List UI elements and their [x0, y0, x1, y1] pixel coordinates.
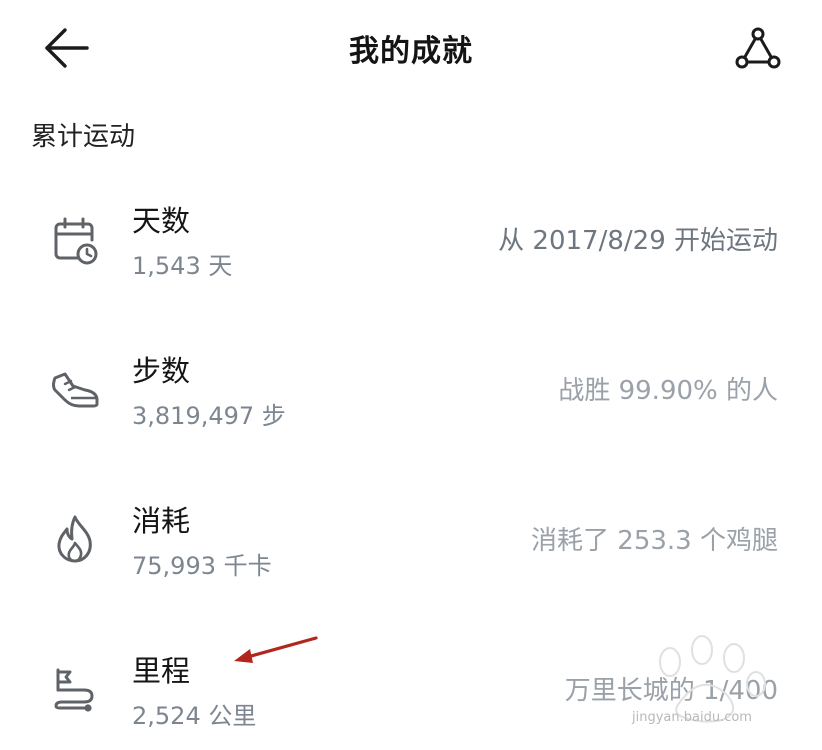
row-icon-days — [48, 214, 102, 268]
annotation-arrow-icon — [234, 636, 318, 663]
row-label-steps: 步数 — [132, 354, 191, 388]
app-header: 我的成就 — [0, 0, 822, 100]
row-value-distance: 2,524 公里 — [132, 702, 257, 730]
share-button[interactable] — [730, 24, 786, 72]
row-value-calories: 75,993 千卡 — [132, 552, 272, 580]
row-icon-steps — [48, 362, 102, 416]
row-icon-calories — [48, 512, 102, 566]
stat-row-steps[interactable]: 步数 3,819,497 步 战胜 99.90% 的人 — [0, 340, 822, 450]
row-label-distance: 里程 — [132, 654, 191, 688]
sneaker-icon — [52, 372, 99, 408]
route-flag-icon — [54, 668, 94, 712]
flame-icon — [57, 515, 92, 563]
calendar-clock-icon — [54, 217, 98, 265]
page-title: 我的成就 — [349, 34, 473, 69]
stat-row-calories[interactable]: 消耗 75,993 千卡 消耗了 253.3 个鸡腿 — [0, 490, 822, 600]
section-title: 累计运动 — [31, 122, 136, 152]
row-label-days: 天数 — [132, 204, 191, 238]
row-icon-distance — [48, 662, 102, 716]
row-desc-steps: 战胜 99.90% 的人 — [558, 376, 778, 406]
row-desc-calories: 消耗了 253.3 个鸡腿 — [531, 526, 778, 556]
stat-row-days[interactable]: 天数 1,543 天 从 2017/8/29 开始运动 — [0, 190, 822, 300]
share-icon — [735, 27, 781, 69]
row-label-calories: 消耗 — [132, 504, 191, 538]
watermark-text: jingyan.baidu.com — [632, 710, 752, 725]
row-desc-days: 从 2017/8/29 开始运动 — [498, 226, 778, 256]
row-value-steps: 3,819,497 步 — [132, 402, 286, 430]
row-value-days: 1,543 天 — [132, 252, 233, 280]
